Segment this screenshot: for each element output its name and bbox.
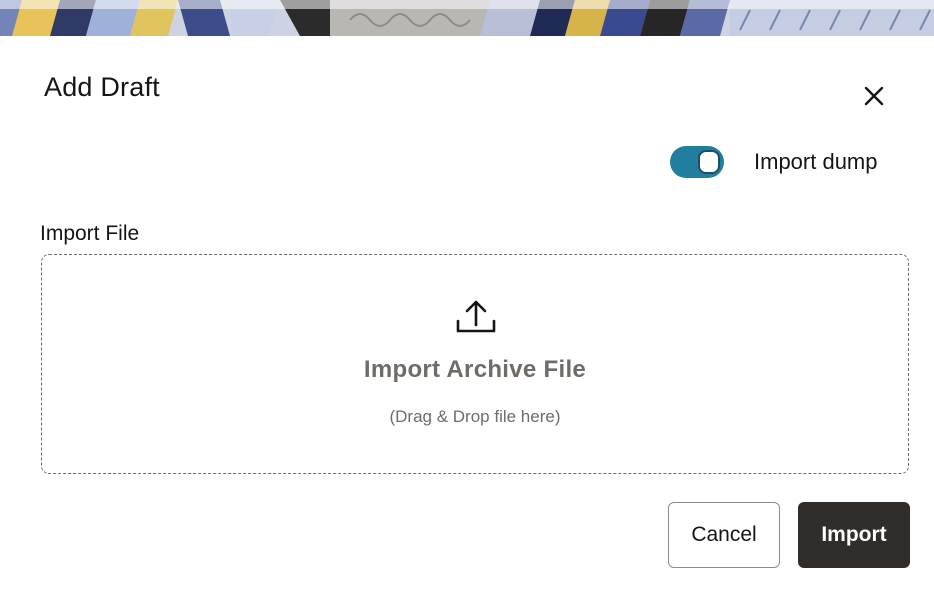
import-dump-row: Import dump (670, 146, 878, 178)
dropzone-title: Import Archive File (363, 356, 587, 383)
dialog-title: Add Draft (44, 72, 160, 102)
decorative-banner (0, 0, 934, 36)
toggle-knob (698, 150, 720, 174)
import-file-label: Import File (40, 222, 140, 245)
dropzone-hint: (Drag & Drop file here) (389, 407, 561, 426)
close-button[interactable] (856, 78, 892, 114)
import-button[interactable]: Import (798, 502, 910, 568)
import-dump-label: Import dump (754, 149, 878, 174)
add-draft-dialog: Add Draft Import dump Import File Import… (0, 0, 934, 600)
close-icon (864, 86, 884, 106)
cancel-button[interactable]: Cancel (668, 502, 780, 568)
import-dump-toggle[interactable] (670, 146, 724, 178)
upload-icon (456, 300, 496, 333)
